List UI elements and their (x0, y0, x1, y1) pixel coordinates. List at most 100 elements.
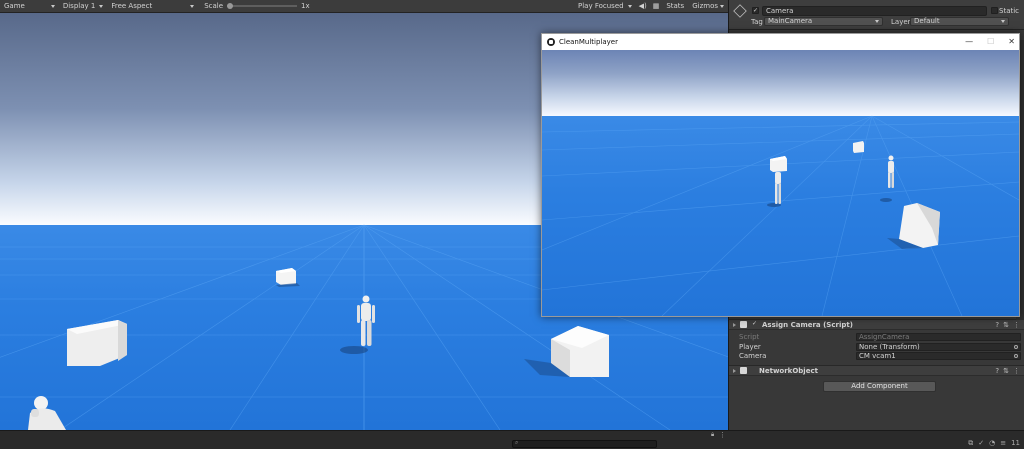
tag-value: MainCamera (768, 17, 813, 25)
inspector-header: ✓ Camera Static Tag MainCamera Layer Def… (729, 0, 1024, 30)
collab-icon[interactable]: ⧉ (968, 439, 973, 448)
scale-slider-thumb[interactable] (227, 3, 234, 9)
unity-logo-icon (547, 38, 555, 46)
gameobject-icon (733, 4, 747, 18)
component-title: NetworkObject (759, 366, 818, 375)
chevron-down-icon (627, 4, 632, 8)
chevron-down-icon (50, 4, 55, 8)
object-name-field[interactable]: Camera (762, 6, 987, 16)
scene-render (542, 115, 1019, 316)
foldout-arrow-icon[interactable] (733, 322, 736, 327)
static-label: Static (999, 7, 1020, 15)
layer-value: Default (914, 17, 940, 25)
property-value: CM vcam1 (859, 351, 896, 360)
scale-value: 1x (301, 2, 310, 10)
help-icon[interactable]: ? (995, 321, 999, 329)
static-checkbox[interactable] (991, 7, 998, 14)
game-view-dropdown[interactable]: Game (0, 0, 59, 13)
property-value: None (Transform) (859, 342, 920, 351)
property-row-camera: Camera CM vcam1 (739, 351, 1021, 360)
game-view-label: Game (4, 2, 25, 10)
play-mode-dropdown[interactable]: Play Focused (574, 0, 636, 13)
more-icon[interactable]: ⋮ (1013, 367, 1020, 375)
lock-icon[interactable]: 🔒︎ (711, 431, 714, 439)
scale-label: Scale (204, 2, 224, 10)
game-window-title: CleanMultiplayer (559, 38, 618, 46)
property-label: Camera (739, 351, 767, 360)
progress-icon[interactable]: ◔ (989, 439, 995, 448)
component-enabled-checkbox[interactable]: ✓ (751, 321, 758, 328)
chevron-down-icon (875, 20, 879, 23)
game-window[interactable]: CleanMultiplayer — ☐ ✕ (541, 33, 1020, 317)
property-row-player: Player None (Transform) (739, 342, 1021, 351)
active-checkbox[interactable]: ✓ (752, 7, 759, 14)
chevron-down-icon (1001, 20, 1005, 23)
cube-small (853, 141, 864, 153)
cube-left (67, 320, 127, 366)
game-window-titlebar[interactable]: CleanMultiplayer — ☐ ✕ (542, 34, 1019, 50)
game-view-toolbar: Game Display 1 Free Aspect Scale 1x Play… (0, 0, 728, 13)
status-icons: ⧉ ✓ ◔ ≡ 11 (968, 439, 1020, 448)
gizmos-button[interactable]: Gizmos (688, 0, 720, 13)
aspect-label: Free Aspect (111, 2, 153, 10)
console-search-field[interactable]: ⌕ (512, 439, 657, 448)
other-player-character (28, 396, 66, 430)
help-icon[interactable]: ? (995, 367, 999, 375)
shortcuts-icon[interactable]: ▦ (650, 2, 663, 10)
game-window-viewport[interactable] (542, 50, 1019, 316)
script-icon (740, 321, 747, 328)
close-button[interactable]: ✕ (1008, 37, 1015, 46)
component-tools: ? ⇅ ⋮ (995, 367, 1020, 375)
ground-grid (542, 115, 1019, 316)
display-dropdown[interactable]: Display 1 (59, 0, 107, 13)
debug-icon[interactable]: ✓ (978, 439, 984, 448)
other-player-character (880, 155, 894, 202)
layers-count: 11 (1011, 439, 1020, 447)
more-icon[interactable]: ⋮ (1013, 321, 1020, 329)
tag-label: Tag (751, 17, 763, 26)
stats-button[interactable]: Stats (662, 0, 688, 13)
minimize-button[interactable]: — (965, 37, 973, 46)
play-mode-label: Play Focused (578, 2, 624, 10)
property-value: AssignCamera (859, 332, 910, 341)
aspect-dropdown[interactable]: Free Aspect (107, 0, 198, 13)
tag-layer-row: Tag MainCamera Layer Default (751, 17, 1009, 26)
layers-icon[interactable]: ≡ (1000, 439, 1006, 448)
layer-label: Layer (891, 17, 911, 26)
layer-dropdown[interactable]: Default (910, 17, 1009, 26)
chevron-down-icon (190, 4, 195, 8)
mute-audio-icon[interactable]: ◀) (636, 2, 650, 10)
object-picker-icon[interactable] (1014, 344, 1018, 349)
object-picker-icon[interactable] (1014, 353, 1018, 358)
preset-icon[interactable]: ⇅ (1003, 367, 1009, 375)
scale-slider[interactable] (227, 3, 298, 9)
search-icon: ⌕ (515, 439, 519, 446)
tag-dropdown[interactable]: MainCamera (764, 17, 883, 26)
display-label: Display 1 (62, 2, 96, 10)
script-field: AssignCamera (856, 332, 1021, 341)
property-label: Script (739, 332, 760, 341)
assign-camera-component-header[interactable]: ✓ Assign Camera (Script) ? ⇅ ⋮ (729, 319, 1024, 330)
script-icon (740, 367, 747, 374)
scale-control: Scale 1x (200, 0, 313, 13)
preset-icon[interactable]: ⇅ (1003, 321, 1009, 329)
status-bar: 🔒︎ ⋮ ⌕ ⧉ ✓ ◔ ≡ 11 (0, 430, 1024, 449)
component-title: Assign Camera (Script) (762, 320, 853, 329)
cube-large (887, 203, 940, 249)
component-tools: ? ⇅ ⋮ (995, 321, 1020, 329)
player-character (340, 295, 375, 354)
unity-editor: Game Display 1 Free Aspect Scale 1x Play… (0, 0, 1024, 449)
property-row-script: Script AssignCamera (739, 332, 1021, 341)
more-icon[interactable]: ⋮ (719, 431, 726, 439)
chevron-down-icon (99, 4, 104, 8)
network-object-component-header[interactable]: NetworkObject ? ⇅ ⋮ (729, 365, 1024, 376)
chevron-down-icon[interactable] (720, 4, 724, 8)
foldout-arrow-icon[interactable] (733, 368, 736, 373)
add-component-button[interactable]: Add Component (823, 381, 936, 392)
cube-on-character (770, 156, 787, 172)
window-controls: — ☐ ✕ (965, 37, 1015, 46)
maximize-button[interactable]: ☐ (987, 37, 994, 46)
camera-field[interactable]: CM vcam1 (856, 351, 1021, 360)
player-field[interactable]: None (Transform) (856, 342, 1021, 351)
cube-right (524, 326, 609, 377)
